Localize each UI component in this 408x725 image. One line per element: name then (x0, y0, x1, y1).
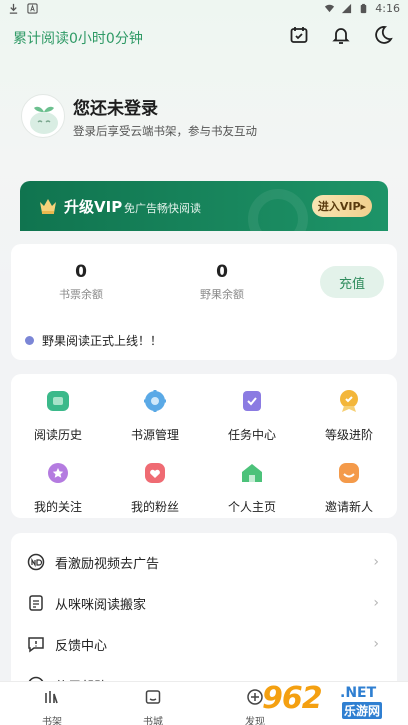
wallet-card: 0 书票余额 0 野果余额 充值 野果阅读正式上线！！ (11, 244, 397, 360)
notification-a-icon (27, 3, 38, 14)
grid-item-label: 我的关注 (33, 500, 82, 514)
download-icon (9, 3, 18, 14)
grid-item-label: 我的粉丝 (130, 500, 179, 514)
announcement-text: 野果阅读正式上线！！ (42, 334, 163, 348)
grid-item-reading-history[interactable]: 阅读历史 (13, 388, 103, 443)
fruit-balance[interactable]: 0 野果余额 (162, 262, 282, 302)
reading-time-label: 累计阅读0小时0分钟 (13, 31, 143, 47)
ticket-balance-value: 0 (75, 262, 87, 282)
task-icon (243, 391, 261, 411)
nav-bookstore[interactable]: 书城 (123, 688, 183, 725)
grid-item-source-manage[interactable]: 书源管理 (110, 388, 200, 443)
enter-vip-button[interactable]: 进入VIP▸ (312, 195, 372, 217)
history-icon (47, 391, 69, 411)
grid-item-my-fans[interactable]: 我的粉丝 (110, 460, 200, 515)
menu-item-label: 反馈中心 (55, 638, 108, 654)
status-bar: 4:16 (0, 0, 408, 17)
vip-subtitle: 免广告畅快阅读 (124, 202, 201, 215)
moon-icon (375, 26, 393, 44)
grid-item-personal-page[interactable]: 个人主页 (207, 460, 297, 515)
ticket-balance[interactable]: 0 书票余额 (21, 262, 141, 302)
crown-icon (40, 199, 56, 214)
menu-item-label: 看激励视频去广告 (55, 556, 160, 572)
signal-icon (342, 3, 352, 14)
chevron-right-icon: › (373, 554, 379, 570)
feedback-icon (28, 637, 44, 653)
announcement[interactable]: 野果阅读正式上线！！ (25, 332, 162, 349)
vip-decoration (248, 189, 308, 231)
vip-title: 升级VIP (64, 198, 123, 216)
watermark-logo: 962 .NET 乐游网 (262, 681, 402, 721)
bookstore-icon (145, 690, 161, 704)
fruit-balance-value: 0 (216, 262, 228, 282)
grid-item-my-follows[interactable]: 我的关注 (13, 460, 103, 515)
menu-item-migrate[interactable]: 从咪咪阅读搬家 › (11, 583, 397, 623)
move-icon (29, 595, 43, 611)
status-time: 4:16 (375, 2, 400, 15)
header-actions (288, 24, 394, 46)
grid-item-task-center[interactable]: 任务中心 (207, 388, 297, 443)
speaker-icon (25, 336, 34, 345)
grid-item-label: 个人主页 (227, 500, 276, 514)
ticket-balance-label: 书票余额 (59, 288, 103, 301)
avatar[interactable] (21, 94, 65, 138)
checkin-calendar-button[interactable] (288, 24, 310, 46)
settings-menu: 看激励视频去广告 › 从咪咪阅读搬家 › 反馈中心 › 使用帮助 › (11, 533, 397, 695)
login-prompt-title[interactable]: 您还未登录 (73, 94, 158, 119)
menu-item-label: 从咪咪阅读搬家 (55, 597, 147, 613)
grid-item-invite[interactable]: 邀请新人 (304, 460, 394, 515)
home-page-icon (242, 464, 262, 482)
chevron-right-icon: › (373, 595, 379, 611)
recharge-button[interactable]: 充值 (320, 266, 384, 298)
chevron-right-icon: › (373, 636, 379, 652)
nav-label: 书城 (143, 717, 163, 725)
follow-icon (48, 463, 68, 483)
sprout-avatar-icon (30, 106, 58, 134)
watermark-number: 962 (262, 681, 323, 716)
wifi-icon (325, 4, 335, 13)
grid-item-label: 书源管理 (130, 428, 179, 442)
vip-banner[interactable]: 升级VIP 免广告畅快阅读 进入VIP▸ (20, 181, 388, 231)
watermark-cn: 乐游网 (342, 702, 383, 719)
bell-icon (332, 28, 350, 44)
nav-label: 书架 (42, 717, 62, 725)
grid-item-level-up[interactable]: 等级进阶 (304, 388, 394, 443)
fans-icon (145, 463, 165, 483)
grid-item-label: 任务中心 (227, 428, 276, 442)
bookshelf-icon (45, 691, 58, 704)
menu-item-feedback[interactable]: 反馈中心 › (11, 624, 397, 664)
watermark-net: .NET (340, 685, 377, 701)
battery-icon (361, 3, 367, 14)
login-prompt-subtitle: 登录后享受云端书架，参与书友互动 (73, 124, 257, 138)
night-mode-button[interactable] (372, 24, 394, 46)
source-icon (144, 390, 166, 412)
grid-item-label: 等级进阶 (324, 428, 373, 442)
nav-bookshelf[interactable]: 书架 (22, 688, 82, 725)
menu-item-ad-free-video[interactable]: 看激励视频去广告 › (11, 542, 397, 582)
feature-grid: 阅读历史 书源管理 任务中心 等级进阶 我的关注 我的粉丝 个人主页 邀请新人 (11, 374, 397, 518)
calendar-check-icon (290, 27, 308, 43)
grid-item-label: 阅读历史 (33, 428, 82, 442)
fruit-balance-label: 野果余额 (200, 288, 244, 301)
ad-free-icon (27, 553, 45, 571)
grid-item-label: 邀请新人 (324, 500, 373, 514)
invite-icon (339, 463, 359, 483)
notification-button[interactable] (330, 24, 352, 46)
level-icon (340, 390, 358, 412)
